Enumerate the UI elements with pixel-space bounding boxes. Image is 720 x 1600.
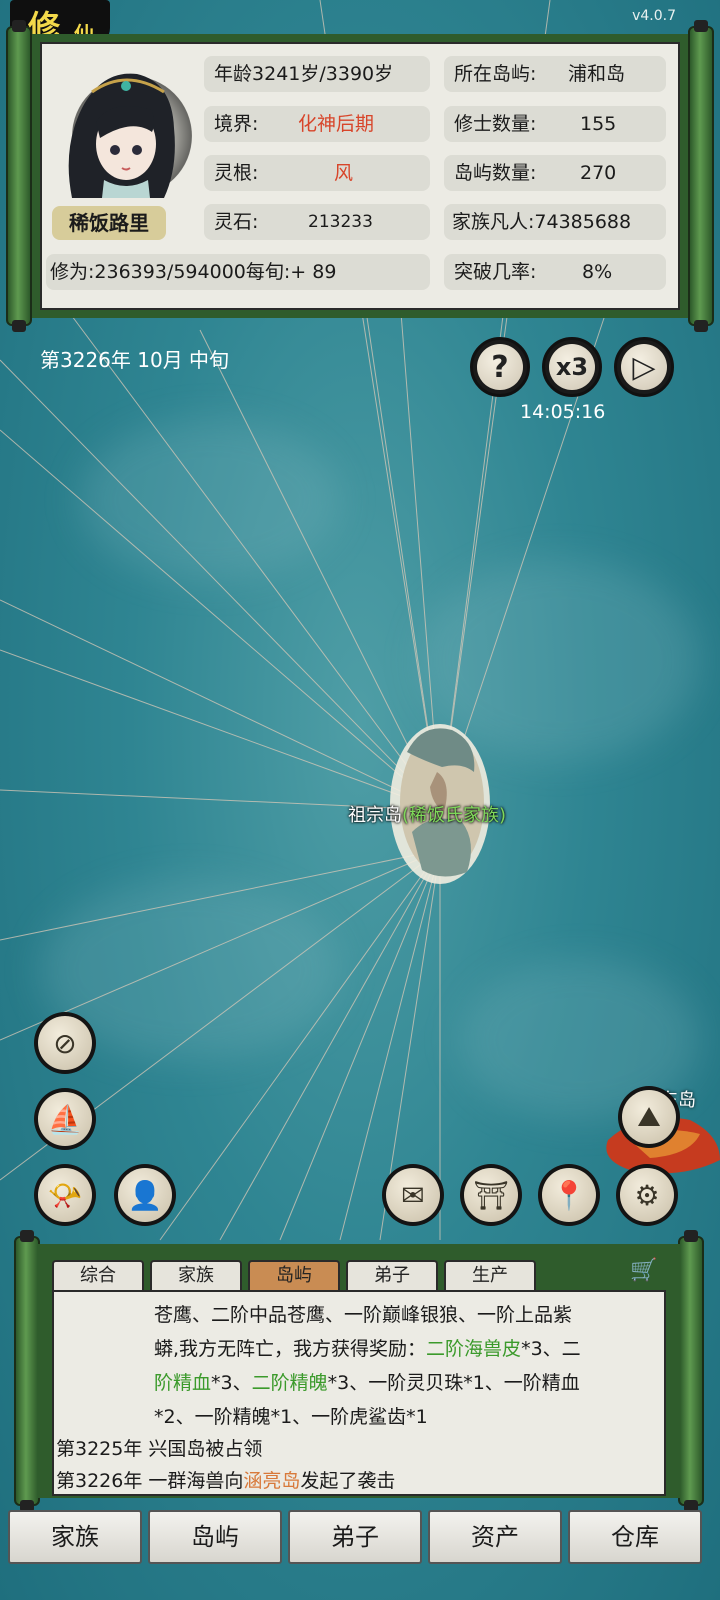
- log-reward: 阶精血: [154, 1372, 212, 1394]
- root-label: 灵根:: [214, 162, 259, 184]
- terrain-button[interactable]: ⛰: [618, 1086, 680, 1148]
- settings-button[interactable]: ⚙: [616, 1164, 678, 1226]
- map-filter-button[interactable]: ⊘: [34, 1012, 96, 1074]
- log-text: 第3226年 一群海兽向: [56, 1470, 244, 1492]
- nav-islands-button[interactable]: 岛屿: [148, 1510, 282, 1564]
- event-log-panel: 综合 家族 岛屿 弟子 生产 🛒 苍鹰、二阶中品苍鹰、一阶巅峰银狼、一阶上品紫 …: [14, 1230, 704, 1512]
- scroll-rod-left: [14, 1230, 40, 1512]
- play-icon: ▷: [621, 344, 667, 390]
- log-line: 第3226年 一群海兽向涵亮岛发起了袭击: [56, 1466, 395, 1493]
- bottom-nav: 家族 岛屿 弟子 资产 仓库: [8, 1510, 712, 1568]
- islands-stat: 岛屿数量: 270: [444, 155, 666, 191]
- realm-label: 境界:: [214, 113, 259, 135]
- age-stat: 年龄3241岁/3390岁: [204, 56, 430, 92]
- log-text: *3、二: [521, 1338, 581, 1360]
- mail-icon: ✉: [386, 1168, 440, 1222]
- nav-assets-button[interactable]: 资产: [428, 1510, 562, 1564]
- log-text: *3、一阶灵贝珠*1、一阶精血: [327, 1372, 580, 1394]
- location-pin-icon: 📍: [542, 1168, 596, 1222]
- mortals-stat: 家族凡人:74385688: [444, 204, 666, 240]
- realm-value: 化神后期: [298, 113, 375, 135]
- cultivators-label: 修士数量:: [454, 113, 537, 135]
- speed-button[interactable]: x3: [542, 337, 602, 397]
- cart-icon[interactable]: 🛒: [630, 1258, 668, 1284]
- no-lines-icon: ⊘: [38, 1016, 92, 1070]
- breakthrough-stat: 突破几率: 8%: [444, 254, 666, 290]
- horn-button[interactable]: 📯: [34, 1164, 96, 1226]
- log-line: *2、一阶精魄*1、一阶虎鲨齿*1: [154, 1406, 428, 1428]
- ship-toggle-button[interactable]: ⛵: [34, 1088, 96, 1150]
- realm-stat: 境界: 化神后期: [204, 106, 430, 142]
- islands-value: 270: [580, 162, 617, 184]
- avatar-portrait: [68, 73, 175, 198]
- shrine-button[interactable]: ⛩: [460, 1164, 522, 1226]
- version-label: v4.0.7: [632, 8, 676, 24]
- disciple-button[interactable]: 👤: [114, 1164, 176, 1226]
- person-icon: 👤: [118, 1168, 172, 1222]
- spirit-stones-stat: 灵石: 213233: [204, 204, 430, 240]
- scroll-rod-left: [6, 20, 32, 332]
- islands-label: 岛屿数量:: [454, 162, 537, 184]
- shrine-icon: ⛩: [464, 1168, 518, 1222]
- character-avatar[interactable]: [52, 58, 194, 198]
- log-reward: 二阶精魄: [251, 1372, 328, 1394]
- tab-general[interactable]: 综合: [52, 1260, 144, 1290]
- age-value: 3241岁/3390岁: [252, 63, 394, 85]
- tab-islands[interactable]: 岛屿: [248, 1260, 340, 1290]
- location-button[interactable]: 📍: [538, 1164, 600, 1226]
- help-icon: ?: [477, 344, 523, 390]
- log-text: 蟒,我方无阵亡，我方获得奖励：: [154, 1338, 427, 1360]
- log-content[interactable]: 苍鹰、二阶中品苍鹰、一阶巅峰银狼、一阶上品紫 蟒,我方无阵亡，我方获得奖励：二阶…: [52, 1290, 666, 1496]
- home-island-name: 祖宗岛: [348, 805, 402, 826]
- cultivation-stat: 修为:236393/594000每旬:+ 89: [46, 254, 430, 290]
- mortals-value: 74385688: [534, 211, 632, 233]
- nav-family-button[interactable]: 家族: [8, 1510, 142, 1564]
- root-value: 风: [334, 162, 354, 184]
- cultivators-value: 155: [580, 113, 617, 135]
- scroll-rod-right: [678, 1230, 704, 1512]
- character-name: 稀饭路里: [52, 206, 166, 240]
- cultivation-value: 236393/594000每旬:+ 89: [94, 261, 337, 283]
- tab-disciples[interactable]: 弟子: [346, 1260, 438, 1290]
- log-island-link[interactable]: 涵亮岛: [243, 1470, 300, 1492]
- log-line: 阶精血*3、二阶精魄*3、一阶灵贝珠*1、一阶精血: [154, 1368, 580, 1395]
- game-clock: 14:05:16: [520, 401, 606, 423]
- help-button[interactable]: ?: [470, 337, 530, 397]
- speed-label: x3: [549, 344, 595, 390]
- breakthrough-value: 8%: [582, 261, 613, 283]
- log-line: 蟒,我方无阵亡，我方获得奖励：二阶海兽皮*3、二: [154, 1334, 581, 1361]
- horn-icon: 📯: [38, 1168, 92, 1222]
- location-value: 浦和岛: [568, 63, 626, 85]
- tab-family[interactable]: 家族: [150, 1260, 242, 1290]
- spirit-stones-label: 灵石:: [214, 211, 259, 233]
- home-island-family: (稀饭氏家族): [402, 805, 507, 826]
- breakthrough-label: 突破几率:: [454, 261, 537, 283]
- ship-icon: ⛵: [38, 1092, 92, 1146]
- log-line: 第3225年 兴国岛被占领: [56, 1438, 263, 1460]
- mortals-label: 家族凡人:: [452, 211, 535, 233]
- log-text: *3、: [211, 1372, 252, 1394]
- spirit-stones-value: 213233: [308, 212, 373, 232]
- log-line: 苍鹰、二阶中品苍鹰、一阶巅峰银狼、一阶上品紫: [154, 1304, 573, 1326]
- log-reward: 二阶海兽皮: [426, 1338, 522, 1360]
- location-label: 所在岛屿:: [454, 63, 537, 85]
- tab-production[interactable]: 生产: [444, 1260, 536, 1290]
- log-text: 发起了袭击: [300, 1470, 396, 1492]
- mail-button[interactable]: ✉: [382, 1164, 444, 1226]
- game-date: 第3226年 10月 中旬: [40, 348, 230, 372]
- home-island-label: 祖宗岛(稀饭氏家族): [348, 801, 506, 827]
- nav-warehouse-button[interactable]: 仓库: [568, 1510, 702, 1564]
- gear-icon: ⚙: [620, 1168, 674, 1222]
- age-label: 年龄: [214, 63, 253, 85]
- mountain-icon: ⛰: [622, 1090, 676, 1144]
- cultivators-stat: 修士数量: 155: [444, 106, 666, 142]
- cultivation-label: 修为:: [50, 261, 95, 283]
- play-button[interactable]: ▷: [614, 337, 674, 397]
- nav-disciples-button[interactable]: 弟子: [288, 1510, 422, 1564]
- location-stat: 所在岛屿: 浦和岛: [444, 56, 666, 92]
- root-stat: 灵根: 风: [204, 155, 430, 191]
- scroll-rod-right: [688, 20, 714, 332]
